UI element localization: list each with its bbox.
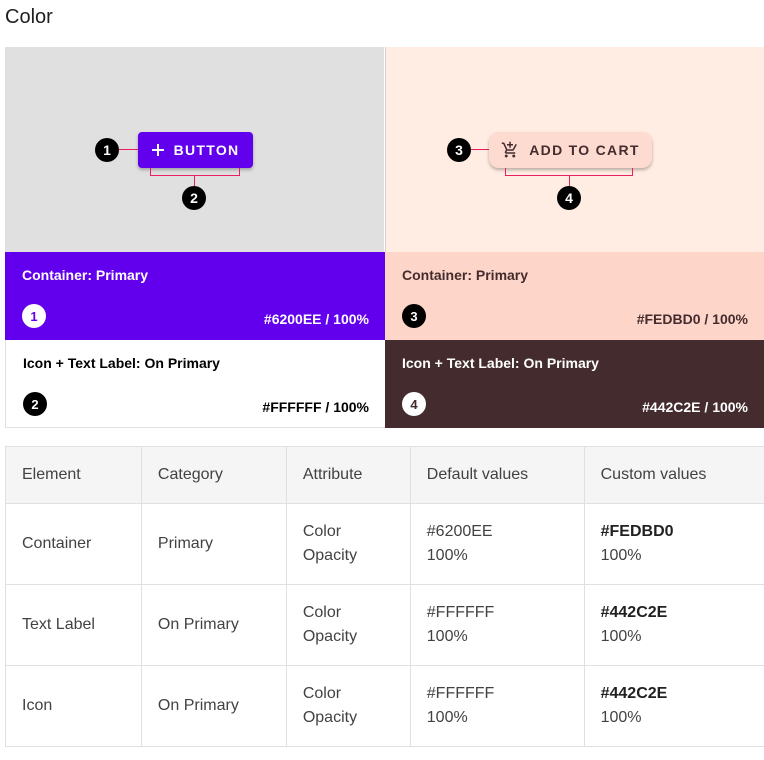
- attr-color: Color: [302, 685, 342, 702]
- default-opacity: 100%: [426, 628, 468, 645]
- custom-opacity: 100%: [600, 547, 642, 564]
- swatch-number: 1: [22, 304, 46, 328]
- swatch-value: #FFFFFF / 100%: [262, 399, 369, 415]
- default-button-panel: 1 BUTTON 2: [5, 47, 384, 252]
- swatch-on-primary-default: Icon + Text Label: On Primary 2 #FFFFFF …: [5, 340, 385, 428]
- leader-line-1: [119, 149, 138, 150]
- cell-category: On Primary: [140, 665, 287, 747]
- leader-bracket-2-stem: [194, 175, 195, 186]
- cell-default: #6200EE 100%: [409, 503, 585, 585]
- add-to-cart-button[interactable]: ADD TO CART: [489, 132, 652, 168]
- leader-bracket-4-stem: [569, 175, 570, 186]
- header-attribute: Attribute: [285, 446, 411, 504]
- swatch-number: 2: [23, 392, 47, 416]
- swatch-label: Icon + Text Label: On Primary: [23, 355, 220, 371]
- color-demo: 1 BUTTON 2 3 ADD TO CART 4 Container: Pr…: [5, 47, 764, 428]
- leader-bracket-4-right: [632, 168, 633, 175]
- callout-1: 1: [95, 138, 119, 162]
- attr-color: Color: [302, 604, 342, 621]
- plus-icon: [151, 144, 164, 156]
- table-row: Text Label On Primary Color Opacity #FFFF…: [5, 584, 764, 666]
- swatch-value: #6200EE / 100%: [263, 311, 369, 327]
- header-category: Category: [140, 446, 287, 504]
- color-spec-table: Element Category Attribute Default value…: [5, 446, 764, 747]
- cell-element: Icon: [5, 665, 142, 747]
- header-element: Element: [5, 446, 142, 504]
- custom-color: #442C2E: [600, 685, 668, 702]
- callout-2: 2: [182, 186, 206, 210]
- swatch-value: #442C2E / 100%: [642, 399, 748, 415]
- header-default-values: Default values: [409, 446, 585, 504]
- header-custom-values: Custom values: [583, 446, 764, 504]
- cell-attribute: Color Opacity: [285, 584, 411, 666]
- attr-opacity: Opacity: [302, 709, 358, 726]
- cell-category: On Primary: [140, 584, 287, 666]
- leader-bracket-4-left: [505, 168, 506, 175]
- page-title: Color: [5, 6, 53, 28]
- custom-color: #FEDBD0: [600, 523, 674, 540]
- primary-button[interactable]: BUTTON: [138, 132, 253, 168]
- swatch-container-primary-default: Container: Primary 1 #6200EE / 100%: [5, 252, 385, 340]
- cell-custom: #442C2E 100%: [583, 584, 764, 666]
- default-opacity: 100%: [426, 547, 468, 564]
- table-row: Icon On Primary Color Opacity #FFFFFF 100%…: [5, 665, 764, 747]
- swatch-label: Icon + Text Label: On Primary: [402, 355, 599, 371]
- swatch-container-primary-custom: Container: Primary 3 #FEDBD0 / 100%: [385, 252, 764, 340]
- default-color: #FFFFFF: [426, 604, 495, 621]
- add-to-cart-label: ADD TO CART: [529, 142, 640, 158]
- custom-opacity: 100%: [600, 628, 642, 645]
- default-opacity: 100%: [426, 709, 468, 726]
- attr-opacity: Opacity: [302, 628, 358, 645]
- default-color: #FFFFFF: [426, 685, 495, 702]
- cell-custom: #442C2E 100%: [583, 665, 764, 747]
- custom-opacity: 100%: [600, 709, 642, 726]
- cell-custom: #FEDBD0 100%: [583, 503, 764, 585]
- cell-default: #FFFFFF 100%: [409, 584, 585, 666]
- custom-button-panel: 3 ADD TO CART 4: [385, 47, 764, 252]
- cell-attribute: Color Opacity: [285, 503, 411, 585]
- leader-bracket-2-left: [150, 168, 151, 175]
- cell-attribute: Color Opacity: [285, 665, 411, 747]
- attr-opacity: Opacity: [302, 547, 358, 564]
- callout-4: 4: [557, 186, 581, 210]
- table-row: Container Primary Color Opacity #6200EE 10…: [5, 503, 764, 585]
- cell-element: Text Label: [5, 584, 142, 666]
- callout-3: 3: [447, 138, 471, 162]
- attr-color: Color: [302, 523, 342, 540]
- primary-button-label: BUTTON: [173, 142, 240, 158]
- leader-bracket-2-bottom: [150, 175, 240, 176]
- default-color: #6200EE: [426, 523, 493, 540]
- leader-bracket-2-right: [239, 168, 240, 175]
- swatch-label: Container: Primary: [402, 267, 529, 283]
- swatch-value: #FEDBD0 / 100%: [636, 311, 748, 327]
- cell-element: Container: [5, 503, 142, 585]
- table-header-row: Element Category Attribute Default value…: [5, 446, 764, 504]
- swatch-number: 3: [402, 304, 426, 328]
- leader-line-3: [471, 149, 489, 150]
- add-shopping-cart-icon: [501, 141, 519, 159]
- swatch-number: 4: [402, 392, 426, 416]
- custom-color: #442C2E: [600, 604, 668, 621]
- cell-category: Primary: [140, 503, 287, 585]
- swatch-on-primary-custom: Icon + Text Label: On Primary 4 #442C2E …: [385, 340, 764, 428]
- swatch-label: Container: Primary: [22, 267, 149, 283]
- cell-default: #FFFFFF 100%: [409, 665, 585, 747]
